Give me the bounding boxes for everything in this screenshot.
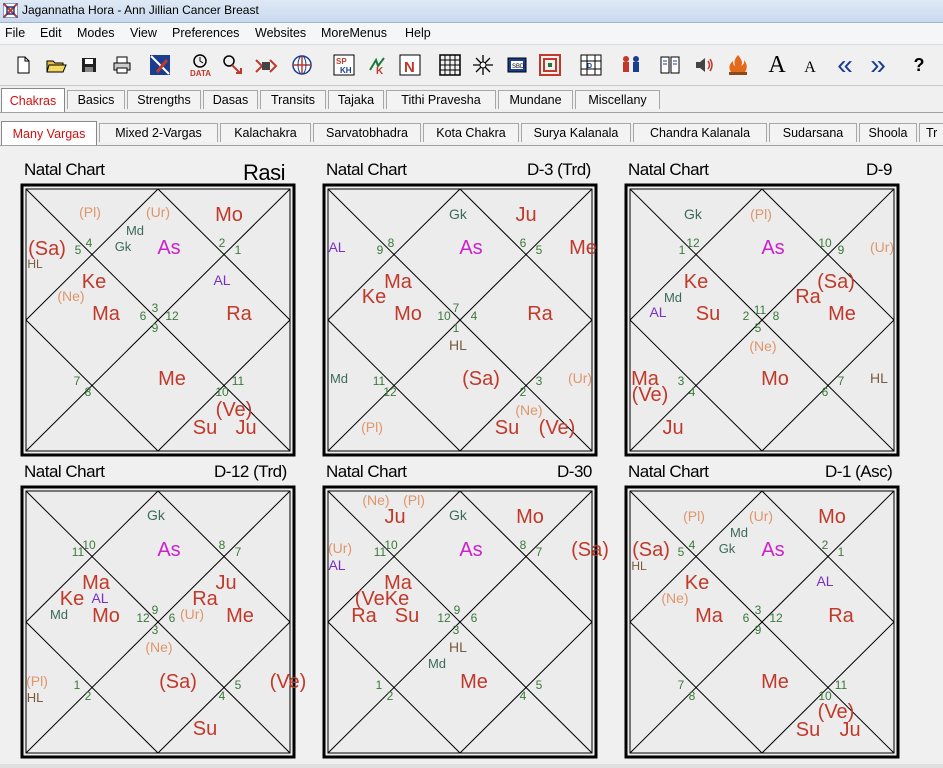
chart-4-title-right: D-12 (Trd) — [214, 462, 287, 481]
speaker-icon[interactable] — [690, 51, 718, 79]
chart-3-title-left: Natal Chart — [628, 160, 709, 179]
font-larger-button[interactable]: A — [763, 51, 791, 79]
tab-shoola[interactable]: Shoola — [859, 123, 917, 142]
svg-text:DATA: DATA — [190, 69, 211, 78]
chakra-subtabs: Many Vargas Mixed 2-Vargas Kalachakra Sa… — [0, 121, 943, 146]
data-icon[interactable]: DATA — [186, 51, 214, 79]
chart-edit-icon[interactable] — [146, 51, 174, 79]
tab-sudarsana[interactable]: Sudarsana — [769, 123, 857, 142]
menu-modes[interactable]: Modes — [77, 26, 115, 40]
tab-mixed-2-vargas[interactable]: Mixed 2-Vargas — [99, 123, 218, 142]
svg-text:SP: SP — [336, 57, 347, 66]
window-title: Jagannatha Hora - Ann Jillian Cancer Bre… — [22, 3, 259, 17]
chart-5-title-right: D-30 — [557, 462, 592, 481]
menu-edit[interactable]: Edit — [40, 26, 62, 40]
grid-chart-icon[interactable] — [436, 51, 464, 79]
main-tabs: Chakras Basics Strengths Dasas Transits … — [0, 88, 943, 113]
chart-1-title-right: Rasi — [243, 160, 286, 185]
people-icon[interactable] — [617, 51, 645, 79]
tab-surya-kalanala[interactable]: Surya Kalanala — [521, 123, 631, 142]
svg-text:D: D — [587, 63, 592, 70]
tab-tajaka[interactable]: Tajaka — [328, 90, 384, 109]
tab-miscellany[interactable]: Miscellany — [575, 90, 660, 109]
tab-dasas[interactable]: Dasas — [203, 90, 258, 109]
tab-chandra-kalanala[interactable]: Chandra Kalanala — [633, 123, 767, 142]
transit-icon[interactable] — [219, 51, 247, 79]
menu-websites[interactable]: Websites — [255, 26, 306, 40]
globe-icon[interactable] — [288, 51, 316, 79]
app-icon — [3, 3, 18, 18]
tab-chakras[interactable]: Chakras — [1, 88, 65, 112]
chart-6-title-right: D-1 (Asc) — [825, 462, 893, 481]
charts-area — [0, 146, 943, 768]
chart-1-title-left: Natal Chart — [24, 160, 105, 179]
tab-sarvatobhadra[interactable]: Sarvatobhadra — [313, 123, 421, 142]
n-icon[interactable]: N — [396, 51, 424, 79]
menu-moremenus[interactable]: MoreMenus — [321, 26, 387, 40]
help-button[interactable]: ? — [905, 51, 933, 79]
save-icon[interactable] — [75, 51, 103, 79]
chart-4-title-left: Natal Chart — [24, 462, 105, 481]
d-chart-icon[interactable]: D — [577, 51, 605, 79]
open-folder-icon[interactable] — [42, 51, 70, 79]
chart-2-title-left: Natal Chart — [326, 160, 407, 179]
sbc-icon[interactable]: SBD — [503, 51, 531, 79]
svg-text:SBD: SBD — [512, 64, 525, 70]
tab-many-vargas[interactable]: Many Vargas — [1, 121, 97, 145]
book-icon[interactable] — [656, 51, 684, 79]
prev-chart-button[interactable]: « — [831, 49, 859, 80]
menu-view[interactable]: View — [130, 26, 157, 40]
star-burst-icon[interactable] — [469, 51, 497, 79]
chart-6-title-left: Natal Chart — [628, 462, 709, 481]
tab-truncated[interactable]: Tr — [919, 123, 943, 142]
status-strip — [0, 764, 943, 768]
square-chart-icon[interactable] — [536, 51, 564, 79]
svg-text:K: K — [376, 66, 384, 77]
title-bar: Jagannatha Hora - Ann Jillian Cancer Bre… — [0, 0, 943, 23]
new-file-icon[interactable] — [9, 51, 37, 79]
chart-3-title-right: D-9 — [866, 160, 892, 179]
print-icon[interactable] — [108, 51, 136, 79]
menu-help[interactable]: Help — [405, 26, 431, 40]
tab-kalachakra[interactable]: Kalachakra — [220, 123, 311, 142]
svg-text:N: N — [404, 59, 415, 76]
next-chart-button[interactable]: » — [864, 49, 892, 80]
tab-strengths[interactable]: Strengths — [127, 90, 201, 109]
tab-mundane[interactable]: Mundane — [498, 90, 573, 109]
tab-basics[interactable]: Basics — [67, 90, 125, 109]
chart-5-title-left: Natal Chart — [326, 462, 407, 481]
font-smaller-button[interactable]: A — [796, 51, 824, 79]
compare-icon[interactable] — [252, 51, 280, 79]
tab-tithi-pravesha[interactable]: Tithi Pravesha — [386, 90, 496, 109]
fire-icon[interactable] — [724, 51, 752, 79]
menu-file[interactable]: File — [5, 26, 25, 40]
tab-transits[interactable]: Transits — [260, 90, 326, 109]
tab-kota-chakra[interactable]: Kota Chakra — [423, 123, 519, 142]
sp-kh-icon[interactable]: SP KH — [330, 51, 358, 79]
chart-2-title-right: D-3 (Trd) — [527, 160, 591, 179]
menu-preferences[interactable]: Preferences — [172, 26, 239, 40]
menu-bar: File Edit Modes View Preferences Website… — [0, 23, 943, 45]
toolbar: DATA SP KH K N SBD D A A « » ? — [0, 45, 943, 86]
svg-text:KH: KH — [340, 66, 352, 75]
arrow-k-icon[interactable]: K — [363, 51, 391, 79]
